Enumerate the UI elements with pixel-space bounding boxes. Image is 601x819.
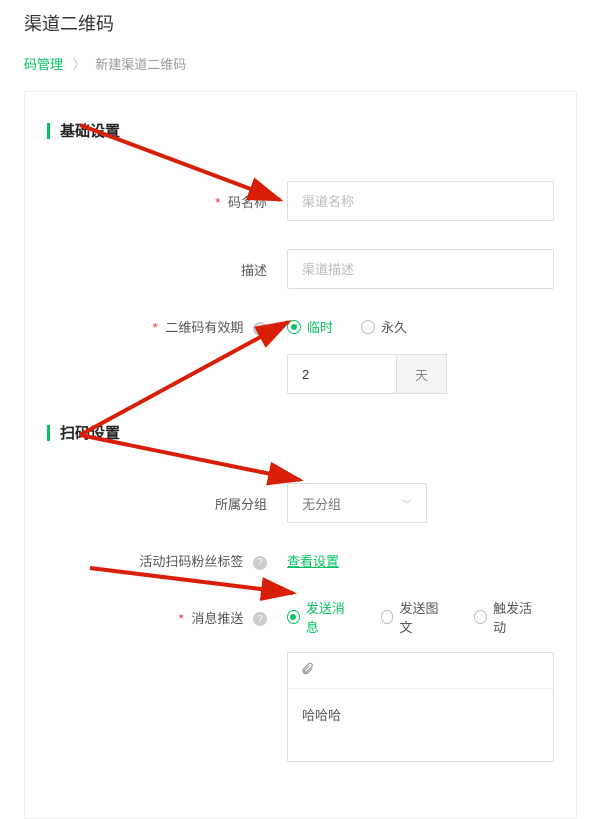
page-title: 渠道二维码 bbox=[0, 0, 601, 54]
chevron-down-icon: ﹀ bbox=[402, 496, 412, 511]
group-selected: 无分组 bbox=[302, 494, 341, 513]
row-code-name: * 码名称 bbox=[47, 181, 554, 221]
validity-unit: 天 bbox=[397, 354, 447, 394]
help-icon[interactable]: ? bbox=[253, 556, 267, 570]
radio-validity-temp[interactable]: 临时 bbox=[287, 317, 333, 336]
form-card: 基础设置 * 码名称 描述 * 二维码有效期 ? 临时 永久 bbox=[24, 91, 577, 819]
row-tag: 活动扫码粉丝标签 ? 查看设置 bbox=[47, 551, 554, 570]
label-code-name: * 码名称 bbox=[47, 192, 287, 211]
group-select[interactable]: 无分组 ﹀ bbox=[287, 483, 427, 523]
message-toolbar bbox=[288, 653, 553, 689]
attachment-icon[interactable] bbox=[300, 662, 314, 680]
breadcrumb-current: 新建渠道二维码 bbox=[95, 57, 186, 72]
label-desc: 描述 bbox=[47, 260, 287, 279]
row-push: * 消息推送 ? 发送消息 发送图文 触发活动 bbox=[47, 598, 554, 636]
message-content[interactable]: 哈哈哈 bbox=[288, 689, 553, 740]
label-tag: 活动扫码粉丝标签 ? bbox=[47, 551, 287, 570]
label-validity: * 二维码有效期 ? bbox=[47, 317, 287, 336]
code-name-input[interactable] bbox=[287, 181, 554, 221]
row-group: 所属分组 无分组 ﹀ bbox=[47, 483, 554, 523]
desc-input[interactable] bbox=[287, 249, 554, 289]
breadcrumb: 码管理 〉 新建渠道二维码 bbox=[0, 54, 601, 91]
radio-push-image[interactable]: 发送图文 bbox=[381, 598, 447, 636]
row-validity-value: 天 bbox=[47, 354, 554, 394]
label-push: * 消息推送 ? bbox=[47, 608, 287, 627]
tag-settings-link[interactable]: 查看设置 bbox=[287, 551, 339, 570]
required-marker: * bbox=[179, 611, 184, 626]
row-validity: * 二维码有效期 ? 临时 永久 bbox=[47, 317, 554, 336]
section-basic: 基础设置 bbox=[47, 120, 554, 141]
radio-validity-perm[interactable]: 永久 bbox=[361, 317, 407, 336]
label-group: 所属分组 bbox=[47, 494, 287, 513]
help-icon[interactable]: ? bbox=[253, 612, 267, 626]
validity-value-input[interactable] bbox=[287, 354, 397, 394]
required-marker: * bbox=[215, 195, 220, 210]
message-box: 哈哈哈 bbox=[287, 652, 554, 762]
section-scan: 扫码设置 bbox=[47, 422, 554, 443]
row-push-content: 哈哈哈 bbox=[47, 652, 554, 762]
breadcrumb-root-link[interactable]: 码管理 bbox=[24, 57, 63, 72]
radio-push-send[interactable]: 发送消息 bbox=[287, 598, 353, 636]
breadcrumb-sep: 〉 bbox=[73, 57, 86, 72]
radio-push-trigger[interactable]: 触发活动 bbox=[474, 598, 540, 636]
required-marker: * bbox=[153, 320, 158, 335]
help-icon[interactable]: ? bbox=[253, 322, 267, 336]
row-desc: 描述 bbox=[47, 249, 554, 289]
